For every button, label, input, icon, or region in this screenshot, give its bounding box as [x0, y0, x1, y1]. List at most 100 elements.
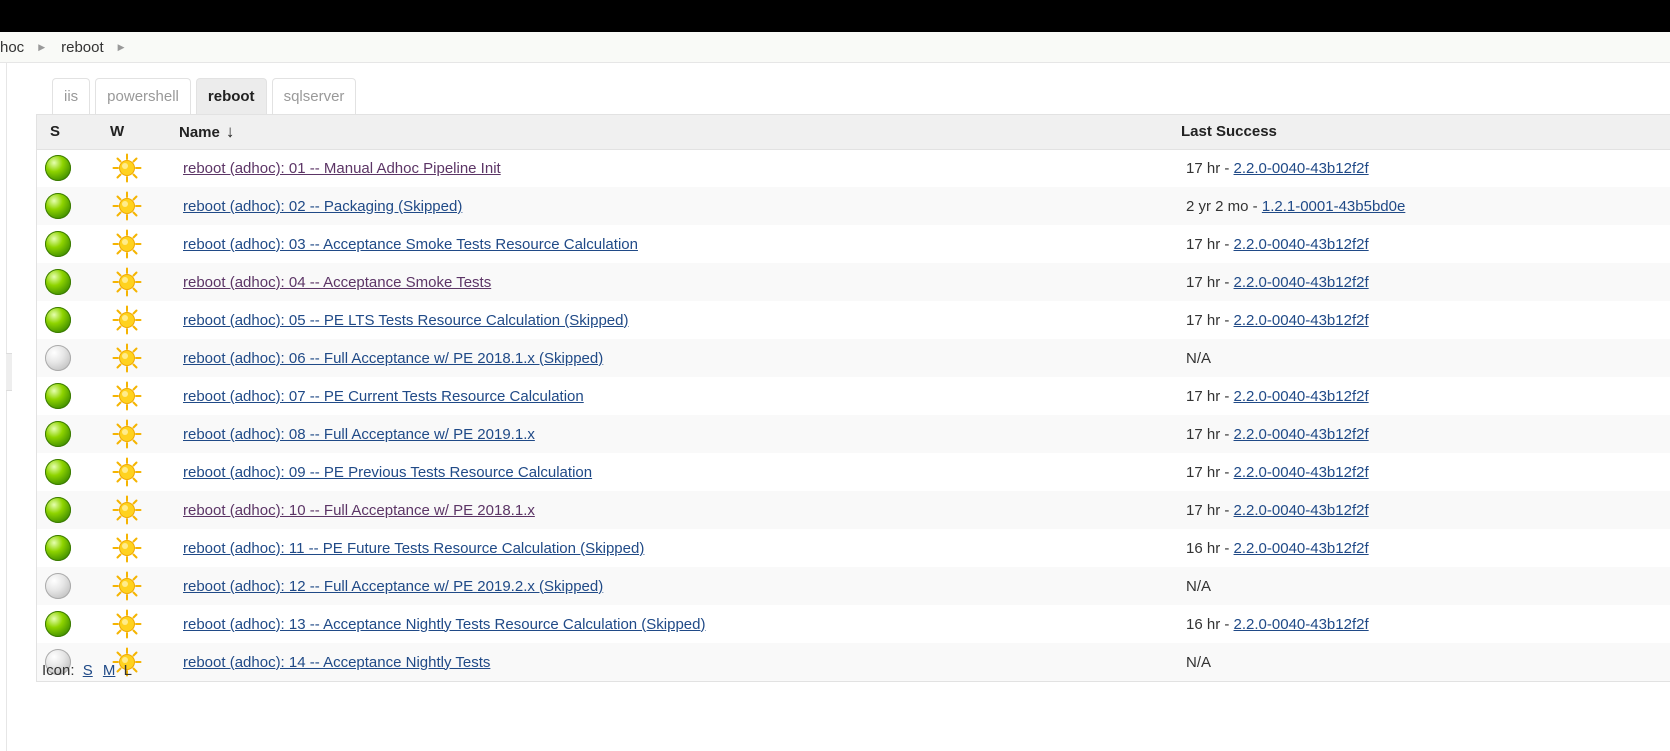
- breadcrumb-item-reboot[interactable]: reboot: [61, 39, 104, 56]
- success-status-icon[interactable]: [45, 155, 71, 182]
- sunny-weather-icon[interactable]: [110, 419, 179, 449]
- job-link[interactable]: reboot (adhoc): 09 -- PE Previous Tests …: [183, 464, 592, 481]
- sunny-weather-icon[interactable]: [110, 533, 179, 563]
- build-link[interactable]: 2.2.0-0040-43b12f2f: [1234, 616, 1369, 633]
- build-link[interactable]: 2.2.0-0040-43b12f2f: [1234, 312, 1369, 329]
- success-status-icon[interactable]: [45, 231, 71, 257]
- table-row: reboot (adhoc): 05 -- PE LTS Tests Resou…: [37, 301, 1670, 339]
- job-link[interactable]: reboot (adhoc): 06 -- Full Acceptance w/…: [183, 350, 603, 367]
- last-success-cell: 17 hr - 2.2.0-0040-43b12f2f: [1181, 225, 1670, 263]
- last-success-cell: 17 hr - 2.2.0-0040-43b12f2f: [1181, 301, 1670, 339]
- job-link[interactable]: reboot (adhoc): 04 -- Acceptance Smoke T…: [183, 274, 491, 291]
- sunny-weather-icon[interactable]: [110, 191, 179, 221]
- sunny-weather-icon[interactable]: [110, 305, 179, 335]
- sunny-weather-icon[interactable]: [110, 267, 179, 297]
- tab-powershell[interactable]: powershell: [95, 78, 191, 114]
- success-status-icon[interactable]: [45, 383, 71, 409]
- sunny-weather-icon[interactable]: [110, 457, 179, 487]
- job-link[interactable]: reboot (adhoc): 05 -- PE LTS Tests Resou…: [183, 312, 629, 329]
- column-header-name-label[interactable]: Name: [179, 124, 220, 141]
- success-status-icon[interactable]: [45, 535, 71, 561]
- side-panel-handle[interactable]: [6, 353, 12, 391]
- tab-iis[interactable]: iis: [52, 78, 91, 114]
- last-success-time: 16 hr -: [1186, 539, 1234, 557]
- build-link[interactable]: 2.2.0-0040-43b12f2f: [1234, 274, 1369, 291]
- success-status-icon[interactable]: [45, 611, 71, 637]
- weather-cell: [110, 339, 179, 377]
- job-link[interactable]: reboot (adhoc): 03 -- Acceptance Smoke T…: [183, 236, 638, 253]
- build-link[interactable]: 2.2.0-0040-43b12f2f: [1234, 236, 1369, 253]
- success-status-icon[interactable]: [45, 307, 71, 333]
- status-cell: [37, 149, 110, 187]
- chevron-right-icon[interactable]: ▶: [118, 42, 125, 53]
- tab-sqlserver[interactable]: sqlserver: [271, 78, 357, 114]
- breadcrumb: hoc ▶ reboot ▶: [0, 32, 1670, 63]
- job-link[interactable]: reboot (adhoc): 08 -- Full Acceptance w/…: [183, 426, 535, 443]
- build-link[interactable]: 2.2.0-0040-43b12f2f: [1234, 160, 1369, 177]
- icon-size-large-current: L: [123, 662, 132, 679]
- column-header-last-success[interactable]: Last Success: [1181, 115, 1670, 150]
- job-link[interactable]: reboot (adhoc): 11 -- PE Future Tests Re…: [183, 540, 644, 557]
- icon-size-medium-link[interactable]: M: [103, 662, 116, 679]
- column-header-weather[interactable]: W: [110, 115, 179, 150]
- last-success-cell: N/A: [1181, 643, 1670, 681]
- sunny-weather-icon[interactable]: [110, 229, 179, 259]
- last-success-cell: N/A: [1181, 567, 1670, 605]
- name-cell: reboot (adhoc): 02 -- Packaging (Skipped…: [179, 187, 1181, 225]
- job-link[interactable]: reboot (adhoc): 02 -- Packaging (Skipped…: [183, 198, 462, 215]
- weather-cell: [110, 149, 179, 187]
- last-success-time: 17 hr -: [1186, 501, 1234, 519]
- build-link[interactable]: 2.2.0-0040-43b12f2f: [1234, 388, 1369, 405]
- last-success-time: 2 yr 2 mo -: [1186, 197, 1262, 215]
- table-row: reboot (adhoc): 02 -- Packaging (Skipped…: [37, 187, 1670, 225]
- success-status-icon[interactable]: [45, 497, 71, 523]
- name-cell: reboot (adhoc): 03 -- Acceptance Smoke T…: [179, 225, 1181, 263]
- sunny-weather-icon[interactable]: [110, 571, 179, 601]
- column-header-status[interactable]: S: [37, 115, 110, 150]
- build-link[interactable]: 2.2.0-0040-43b12f2f: [1234, 540, 1369, 557]
- success-status-icon[interactable]: [45, 193, 71, 219]
- weather-cell: [110, 415, 179, 453]
- status-cell: [37, 415, 110, 453]
- success-status-icon[interactable]: [45, 421, 71, 447]
- sunny-weather-icon[interactable]: [110, 153, 179, 183]
- status-cell: [37, 491, 110, 529]
- job-link[interactable]: reboot (adhoc): 13 -- Acceptance Nightly…: [183, 616, 706, 633]
- last-success-cell: 16 hr - 2.2.0-0040-43b12f2f: [1181, 529, 1670, 567]
- sunny-weather-icon[interactable]: [110, 381, 179, 411]
- sunny-weather-icon[interactable]: [110, 343, 179, 373]
- not-built-status-icon[interactable]: [45, 573, 71, 599]
- chevron-right-icon[interactable]: ▶: [38, 42, 45, 53]
- job-link[interactable]: reboot (adhoc): 01 -- Manual Adhoc Pipel…: [183, 160, 501, 177]
- tab-reboot[interactable]: reboot: [195, 78, 267, 114]
- build-link[interactable]: 2.2.0-0040-43b12f2f: [1234, 502, 1369, 519]
- build-link[interactable]: 2.2.0-0040-43b12f2f: [1234, 426, 1369, 443]
- success-status-icon[interactable]: [45, 269, 71, 295]
- build-link[interactable]: 2.2.0-0040-43b12f2f: [1234, 464, 1369, 481]
- breadcrumb-item-adhoc[interactable]: hoc: [0, 39, 24, 56]
- name-cell: reboot (adhoc): 12 -- Full Acceptance w/…: [179, 567, 1181, 605]
- table-row: reboot (adhoc): 07 -- PE Current Tests R…: [37, 377, 1670, 415]
- status-cell: [37, 339, 110, 377]
- build-link[interactable]: 1.2.1-0001-43b5bd0e: [1262, 198, 1405, 215]
- job-link[interactable]: reboot (adhoc): 10 -- Full Acceptance w/…: [183, 502, 535, 519]
- weather-cell: [110, 605, 179, 643]
- weather-cell: [110, 301, 179, 339]
- name-cell: reboot (adhoc): 14 -- Acceptance Nightly…: [179, 643, 1181, 681]
- sunny-weather-icon[interactable]: [110, 495, 179, 525]
- sunny-weather-icon[interactable]: [110, 609, 179, 639]
- not-built-status-icon[interactable]: [45, 345, 71, 371]
- icon-size-small-link[interactable]: S: [83, 662, 93, 679]
- success-status-icon[interactable]: [45, 459, 71, 485]
- job-link[interactable]: reboot (adhoc): 14 -- Acceptance Nightly…: [183, 654, 490, 671]
- last-success-time: N/A: [1186, 577, 1212, 595]
- last-success-time: N/A: [1186, 653, 1212, 671]
- status-cell: [37, 529, 110, 567]
- job-link[interactable]: reboot (adhoc): 07 -- PE Current Tests R…: [183, 388, 584, 405]
- status-cell: [37, 605, 110, 643]
- job-link[interactable]: reboot (adhoc): 12 -- Full Acceptance w/…: [183, 578, 603, 595]
- column-header-name[interactable]: Name ↓: [179, 115, 1181, 150]
- last-success-time: 16 hr -: [1186, 615, 1234, 633]
- status-cell: [37, 187, 110, 225]
- status-cell: [37, 225, 110, 263]
